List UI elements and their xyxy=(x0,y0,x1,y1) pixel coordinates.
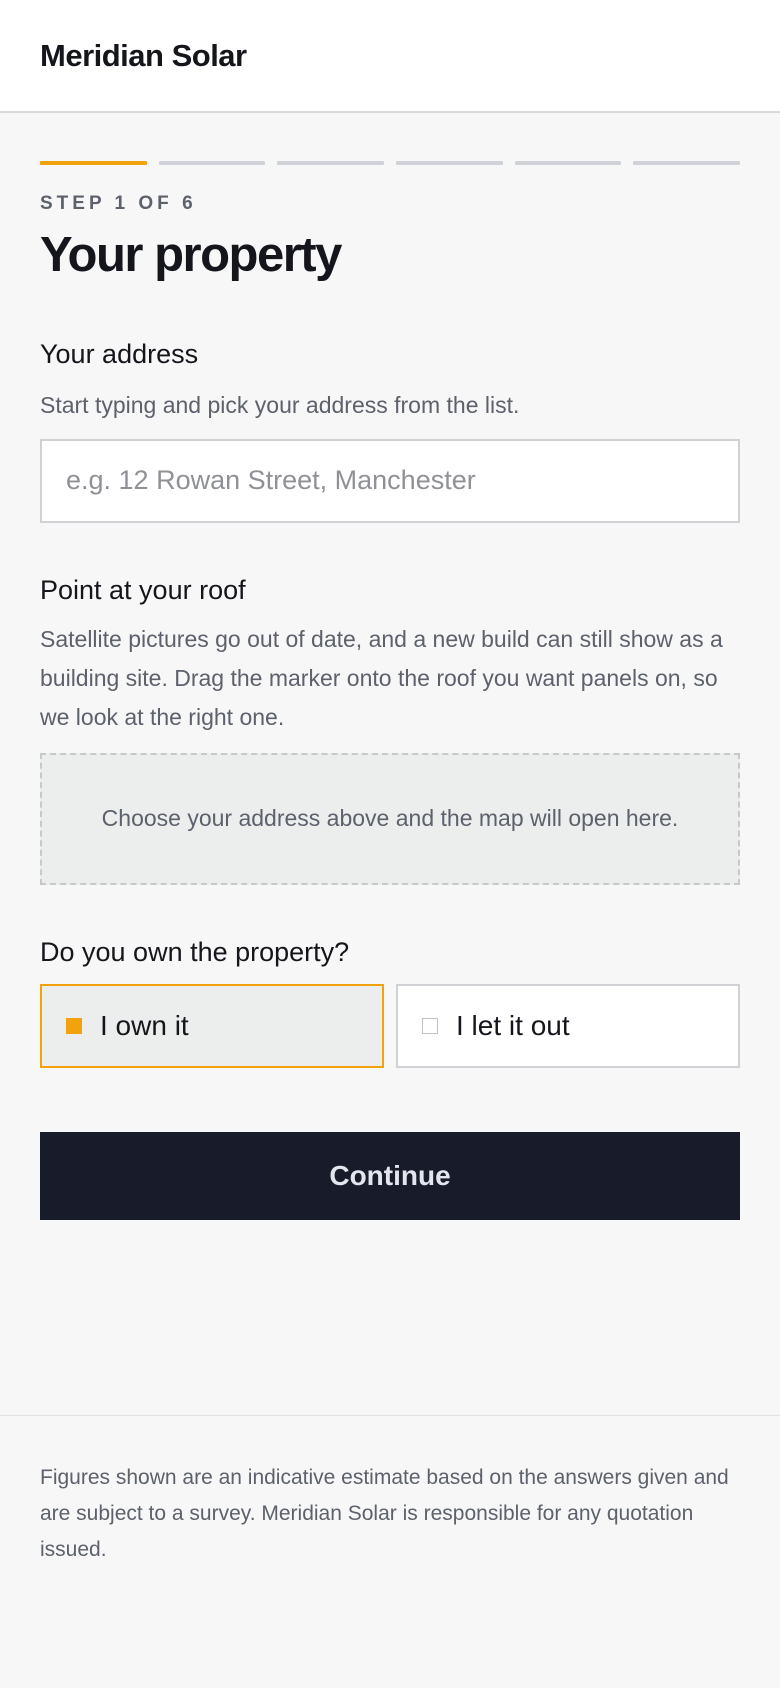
progress-segment-5 xyxy=(514,161,622,165)
page-title: Your property xyxy=(40,228,342,282)
option-let-it-out[interactable]: I let it out xyxy=(396,983,740,1068)
progress-segment-3 xyxy=(277,161,385,165)
step-label: STEP 1 OF 6 xyxy=(40,193,197,214)
site-header: Meridian Solar xyxy=(0,0,780,113)
roof-heading: Point at your roof xyxy=(40,574,246,605)
progress-segment-4 xyxy=(396,161,503,165)
step-progress-bar xyxy=(40,161,741,165)
address-hint: Start typing and pick your address from … xyxy=(40,391,520,418)
continue-button[interactable]: Continue xyxy=(40,1131,740,1220)
form-main: STEP 1 OF 6 Your property Your address S… xyxy=(0,161,780,1220)
option-own-it[interactable]: I own it xyxy=(40,983,384,1068)
page-footer: Figures shown are an indicative estimate… xyxy=(0,1415,780,1568)
option-label: I let it out xyxy=(456,1009,570,1041)
roof-hint: Satellite pictures go out of date, and a… xyxy=(40,625,723,730)
progress-segment-6 xyxy=(633,161,741,165)
brand-logo[interactable]: Meridian Solar xyxy=(40,38,247,74)
roof-map-placeholder: Choose your address above and the map wi… xyxy=(40,752,740,885)
checkbox-checked-icon xyxy=(66,1017,82,1034)
option-label: I own it xyxy=(100,1009,189,1041)
progress-segment-1 xyxy=(40,161,147,165)
checkbox-unchecked-icon xyxy=(422,1017,438,1034)
map-message: Choose your address above and the map wi… xyxy=(101,805,679,832)
ownership-heading: Do you own the property? xyxy=(40,936,350,967)
ownership-options: I own it I let it out xyxy=(40,983,740,1068)
address-heading: Your address xyxy=(40,338,199,369)
progress-segment-2 xyxy=(158,161,266,165)
address-input[interactable] xyxy=(40,438,740,523)
footer-disclaimer: Figures shown are an indicative estimate… xyxy=(40,1466,729,1561)
